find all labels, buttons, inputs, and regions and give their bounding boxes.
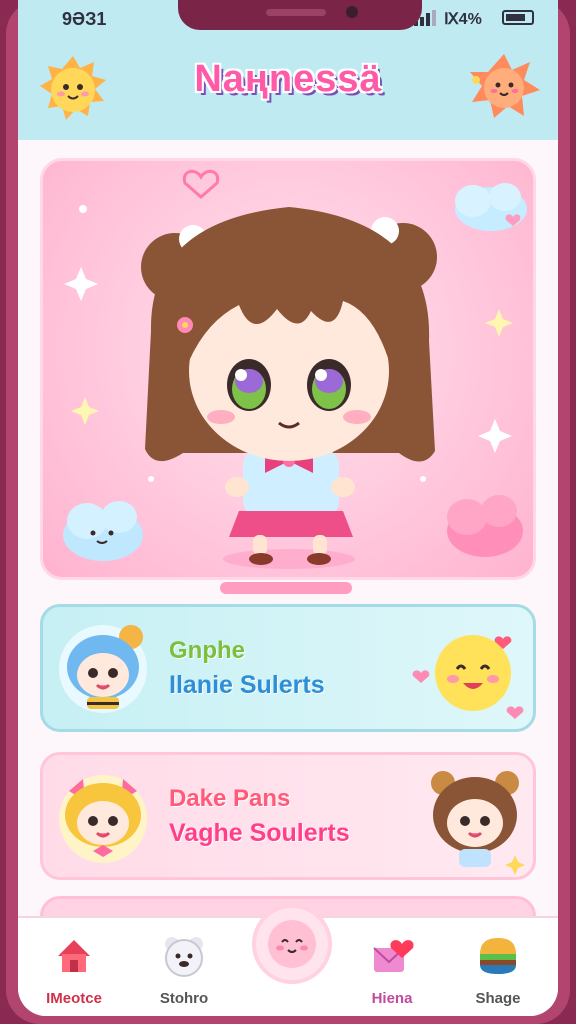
app-title: Naңnessä bbox=[194, 58, 382, 100]
nav-item-hiena[interactable]: Hiena bbox=[344, 928, 440, 1012]
burger-icon bbox=[480, 938, 516, 974]
nav-item-stohro[interactable]: Stohro bbox=[136, 928, 232, 1012]
chibi-girl-illustration bbox=[63, 169, 527, 569]
nav-item-home[interactable]: IMeotce bbox=[26, 928, 122, 1012]
nav-center-button[interactable] bbox=[252, 904, 332, 984]
carousel-indicator[interactable] bbox=[220, 582, 352, 594]
brown-hair-girl-icon bbox=[431, 771, 525, 875]
nav-label: Stohro bbox=[159, 990, 209, 1007]
nav-label: IMeotce bbox=[46, 990, 102, 1007]
house-icon bbox=[58, 940, 90, 972]
card-subtitle: Ilanie Sulerts bbox=[169, 671, 325, 699]
app-screen: 9ƏЗ1 Ⅸ4% Naңnessä Gnphe Ilanie Sulerts D… bbox=[18, 0, 558, 1016]
nav-item-shage[interactable]: Shage bbox=[450, 928, 546, 1012]
blob-face-icon bbox=[268, 920, 316, 968]
card-gnphe[interactable]: Gnphe Ilanie Sulerts bbox=[40, 604, 536, 732]
nav-label: Shage bbox=[475, 990, 521, 1007]
battery-icon bbox=[502, 10, 534, 25]
heart-envelope-icon bbox=[373, 940, 414, 972]
status-time: 9ƏЗ1 bbox=[62, 9, 107, 29]
card-title: Dake Pans bbox=[169, 785, 291, 812]
smiley-sun-icon bbox=[412, 635, 524, 719]
phone-notch bbox=[178, 0, 422, 30]
bottom-navigation: IMeotce Stohro Hiena Shage bbox=[18, 904, 558, 1016]
blonde-girl-character-icon bbox=[59, 775, 147, 863]
hero-character-card[interactable] bbox=[40, 158, 536, 580]
card-dake-pans[interactable]: Dake Pans Vaghe Soulerts bbox=[40, 752, 536, 880]
star-creature-icon[interactable] bbox=[466, 50, 542, 122]
sun-mascot-icon[interactable] bbox=[38, 54, 108, 124]
card-title: Gnphe bbox=[169, 637, 245, 664]
battery-percentage: Ⅸ4% bbox=[444, 11, 482, 28]
blue-hair-character-icon bbox=[59, 625, 147, 713]
card-subtitle: Vaghe Soulerts bbox=[169, 819, 350, 847]
nav-label: Hiena bbox=[371, 990, 413, 1007]
bear-icon bbox=[165, 937, 203, 977]
